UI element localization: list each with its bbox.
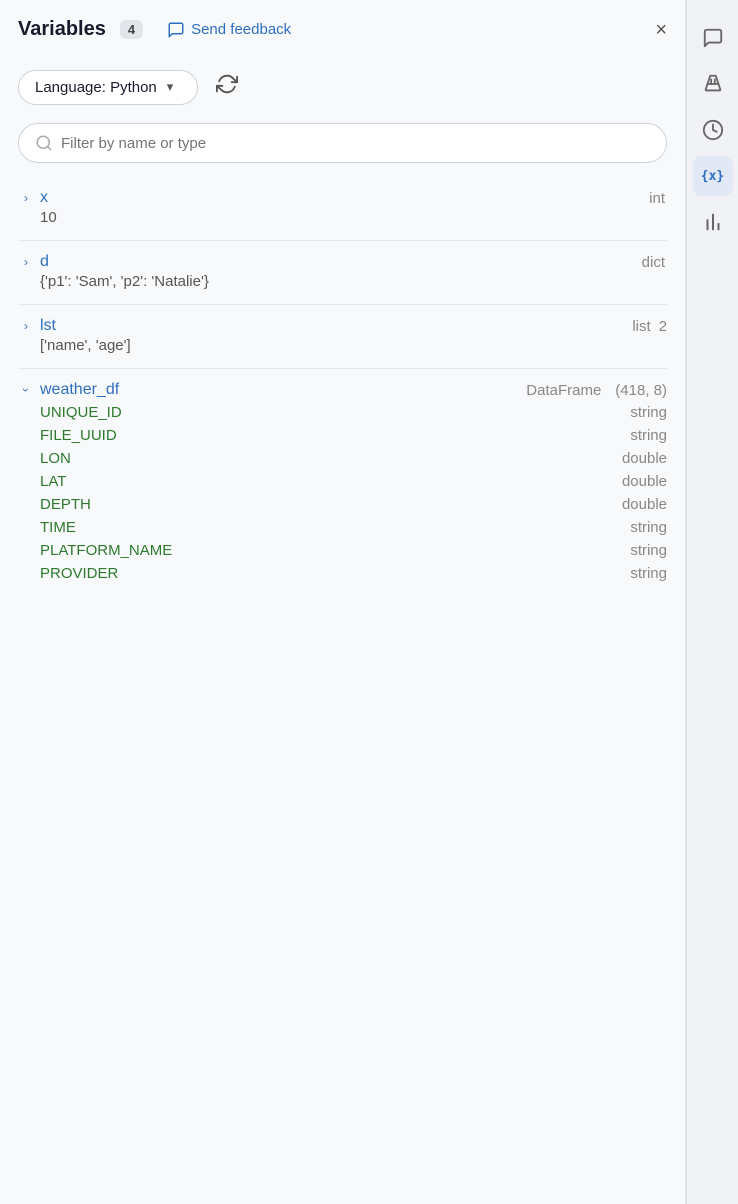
refresh-icon xyxy=(216,73,238,95)
variable-item-lst: › lst list 2 ['name', 'age'] xyxy=(18,309,667,369)
panel-title: Variables xyxy=(18,18,106,41)
toolbar: Language: Python ▾ xyxy=(0,59,685,115)
var-type-d: dict xyxy=(642,254,665,271)
language-label: Language: Python xyxy=(35,79,157,96)
df-col-type-time: string xyxy=(630,519,667,536)
df-col-row-time: TIME string xyxy=(40,516,667,539)
filter-input-wrapper xyxy=(18,123,667,163)
var-name-d: d xyxy=(40,253,636,271)
var-value-x: 10 xyxy=(18,209,667,236)
flask-sidebar-icon[interactable] xyxy=(693,64,733,104)
close-button[interactable]: × xyxy=(655,20,667,40)
df-col-name-lon: LON xyxy=(40,450,71,467)
divider xyxy=(18,240,667,241)
feedback-icon xyxy=(167,21,185,39)
variables-list: › x int 10 › d dict {'p1': 'Sam', 'p2': … xyxy=(0,181,685,1204)
variable-item-d: › d dict {'p1': 'Sam', 'p2': 'Natalie'} xyxy=(18,245,667,305)
var-name-weather-df: weather_df xyxy=(40,381,520,399)
language-select[interactable]: Language: Python ▾ xyxy=(18,70,198,105)
df-columns: UNIQUE_ID string FILE_UUID string LON do… xyxy=(18,401,667,595)
var-value-lst: ['name', 'age'] xyxy=(18,337,667,364)
chart-icon xyxy=(702,211,724,233)
df-col-row-lon: LON double xyxy=(40,447,667,470)
var-type-weather-df: DataFrame xyxy=(526,382,601,399)
sidebar: {x} xyxy=(686,0,738,1204)
df-col-name-file-uuid: FILE_UUID xyxy=(40,427,117,444)
expand-arrow-lst[interactable]: › xyxy=(18,319,34,333)
chat-icon xyxy=(702,27,724,49)
variables-icon-label: {x} xyxy=(701,169,724,184)
header: Variables 4 Send feedback × xyxy=(0,0,685,59)
send-feedback-button[interactable]: Send feedback xyxy=(167,21,291,39)
divider xyxy=(18,304,667,305)
expand-arrow-weather-df[interactable]: › xyxy=(19,382,33,398)
df-col-type-depth: double xyxy=(622,496,667,513)
history-sidebar-icon[interactable] xyxy=(693,110,733,150)
var-name-x: x xyxy=(40,189,643,207)
df-col-type-provider: string xyxy=(630,565,667,582)
df-col-type-file-uuid: string xyxy=(630,427,667,444)
refresh-button[interactable] xyxy=(210,67,244,107)
df-col-row-platform-name: PLATFORM_NAME string xyxy=(40,539,667,562)
filter-bar xyxy=(0,115,685,181)
variable-item-x: › x int 10 xyxy=(18,181,667,241)
expand-arrow-x[interactable]: › xyxy=(18,191,34,205)
variable-header-d: › d dict xyxy=(18,245,667,273)
df-col-name-platform-name: PLATFORM_NAME xyxy=(40,542,172,559)
df-col-row-provider: PROVIDER string xyxy=(40,562,667,585)
variables-sidebar-icon[interactable]: {x} xyxy=(693,156,733,196)
df-col-row-unique-id: UNIQUE_ID string xyxy=(40,401,667,424)
chevron-down-icon: ▾ xyxy=(167,79,174,95)
df-col-type-unique-id: string xyxy=(630,404,667,421)
divider xyxy=(18,368,667,369)
df-col-row-file-uuid: FILE_UUID string xyxy=(40,424,667,447)
flask-icon xyxy=(702,73,724,95)
df-col-type-lat: double xyxy=(622,473,667,490)
var-extra-lst: 2 xyxy=(659,318,667,335)
df-col-name-depth: DEPTH xyxy=(40,496,91,513)
df-col-type-lon: double xyxy=(622,450,667,467)
df-col-row-lat: LAT double xyxy=(40,470,667,493)
variable-header-x: › x int xyxy=(18,181,667,209)
var-extra-weather-df: (418, 8) xyxy=(615,382,667,399)
search-icon xyxy=(35,134,53,152)
var-type-lst: list xyxy=(632,318,650,335)
df-col-name-lat: LAT xyxy=(40,473,66,490)
var-value-d: {'p1': 'Sam', 'p2': 'Natalie'} xyxy=(18,273,667,300)
df-col-row-depth: DEPTH double xyxy=(40,493,667,516)
df-col-name-time: TIME xyxy=(40,519,76,536)
variable-header-weather-df: › weather_df DataFrame (418, 8) xyxy=(18,373,667,401)
chat-sidebar-icon[interactable] xyxy=(693,18,733,58)
df-col-name-unique-id: UNIQUE_ID xyxy=(40,404,122,421)
chart-sidebar-icon[interactable] xyxy=(693,202,733,242)
expand-arrow-d[interactable]: › xyxy=(18,255,34,269)
var-name-lst: lst xyxy=(40,317,626,335)
df-col-type-platform-name: string xyxy=(630,542,667,559)
variable-count-badge: 4 xyxy=(120,20,143,39)
var-type-x: int xyxy=(649,190,665,207)
history-icon xyxy=(702,119,724,141)
variable-header-lst: › lst list 2 xyxy=(18,309,667,337)
df-col-name-provider: PROVIDER xyxy=(40,565,118,582)
filter-input[interactable] xyxy=(61,135,650,152)
variable-item-weather-df: › weather_df DataFrame (418, 8) UNIQUE_I… xyxy=(18,373,667,595)
